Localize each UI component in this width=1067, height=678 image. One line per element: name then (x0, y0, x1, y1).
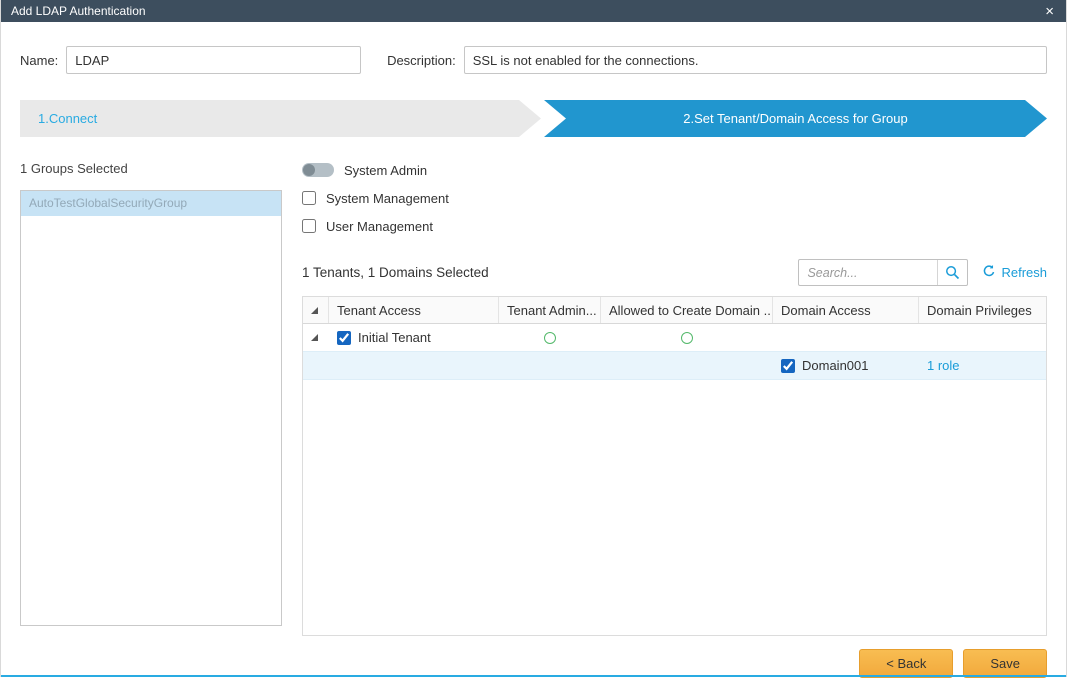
search-icon[interactable] (937, 260, 967, 285)
tenant-admin-radio[interactable] (544, 332, 556, 344)
column-header-allowed-create-domain: Allowed to Create Domain ... (601, 297, 773, 323)
main-content: 1 Groups Selected AutoTestGlobalSecurity… (20, 161, 1047, 636)
user-management-checkbox[interactable] (302, 219, 316, 233)
tenant-admin-cell (499, 324, 601, 351)
name-field[interactable] (66, 46, 361, 74)
user-management-row: User Management (302, 217, 1047, 235)
refresh-button[interactable]: Refresh (982, 264, 1047, 281)
domain-tenant-access-cell (329, 352, 499, 379)
column-header-tenant-admin: Tenant Admin... (499, 297, 601, 323)
tenants-toolbar: 1 Tenants, 1 Domains Selected (302, 259, 1047, 286)
domain-privileges-cell: 1 role (919, 352, 1046, 379)
role-link[interactable]: 1 role (927, 358, 960, 373)
domain-allowed-create-cell (601, 352, 773, 379)
tenant-expand-cell (303, 324, 329, 351)
tenant-name: Initial Tenant (358, 330, 431, 345)
wizard-step-connect[interactable]: 1.Connect (20, 100, 541, 137)
tenant-row: Initial Tenant (303, 324, 1046, 352)
dialog-titlebar: Add LDAP Authentication × (1, 0, 1066, 22)
expand-all-icon (311, 307, 318, 314)
system-management-checkbox[interactable] (302, 191, 316, 205)
column-header-tenant-access: Tenant Access (329, 297, 499, 323)
system-admin-row: System Admin (302, 161, 1047, 179)
allowed-create-domain-radio[interactable] (681, 332, 693, 344)
form-row: Name: Description: (1, 22, 1066, 88)
domain-access-checkbox[interactable] (781, 359, 795, 373)
groups-panel: 1 Groups Selected AutoTestGlobalSecurity… (20, 161, 282, 636)
tenant-access-checkbox[interactable] (337, 331, 351, 345)
tenant-domain-grid: Tenant Access Tenant Admin... Allowed to… (302, 296, 1047, 636)
grid-empty-area (303, 380, 1046, 635)
tenant-domain-access-cell (773, 324, 919, 351)
domain-access-cell: Domain001 (773, 352, 919, 379)
column-header-domain-access: Domain Access (773, 297, 919, 323)
group-name: AutoTestGlobalSecurityGroup (29, 196, 187, 210)
description-label: Description: (387, 53, 456, 68)
system-admin-toggle[interactable] (302, 163, 334, 177)
expand-all-header[interactable] (303, 297, 329, 323)
wizard-step-tenant-domain-access[interactable]: 2.Set Tenant/Domain Access for Group (544, 100, 1047, 137)
column-header-domain-privileges: Domain Privileges (919, 297, 1046, 323)
dialog-title: Add LDAP Authentication (11, 4, 1043, 18)
toggle-knob-icon (303, 164, 315, 176)
refresh-label: Refresh (1001, 265, 1047, 280)
tenant-access-cell: Initial Tenant (329, 324, 499, 351)
system-management-row: System Management (302, 189, 1047, 207)
tenants-selected-count: 1 Tenants, 1 Domains Selected (302, 265, 798, 280)
groups-selected-count: 1 Groups Selected (20, 161, 282, 176)
allowed-create-domain-cell (601, 324, 773, 351)
collapse-icon[interactable] (311, 334, 318, 341)
tenant-domain-privileges-cell (919, 324, 1046, 351)
wizard-steps: 1.Connect 2.Set Tenant/Domain Access for… (20, 100, 1047, 137)
domain-row: Domain001 1 role (303, 352, 1046, 380)
refresh-icon (982, 264, 996, 281)
search-box (798, 259, 968, 286)
system-management-label: System Management (326, 191, 449, 206)
close-icon[interactable]: × (1043, 4, 1056, 19)
back-button[interactable]: < Back (859, 649, 953, 678)
system-admin-label: System Admin (344, 163, 427, 178)
name-label: Name: (20, 53, 58, 68)
dialog-footer: < Back Save (20, 649, 1047, 678)
search-input[interactable] (799, 266, 937, 280)
description-field[interactable] (464, 46, 1047, 74)
domain-expand-cell (303, 352, 329, 379)
wizard-step-tenant-domain-access-label: 2.Set Tenant/Domain Access for Group (683, 111, 908, 126)
domain-name: Domain001 (802, 358, 869, 373)
user-management-label: User Management (326, 219, 433, 234)
groups-list: AutoTestGlobalSecurityGroup (20, 190, 282, 626)
save-button[interactable]: Save (963, 649, 1047, 678)
group-list-item[interactable]: AutoTestGlobalSecurityGroup (21, 191, 281, 216)
grid-header-row: Tenant Access Tenant Admin... Allowed to… (303, 297, 1046, 324)
domain-tenant-admin-cell (499, 352, 601, 379)
wizard-step-connect-label: 1.Connect (38, 111, 97, 126)
access-panel: System Admin System Management User Mana… (302, 161, 1047, 636)
